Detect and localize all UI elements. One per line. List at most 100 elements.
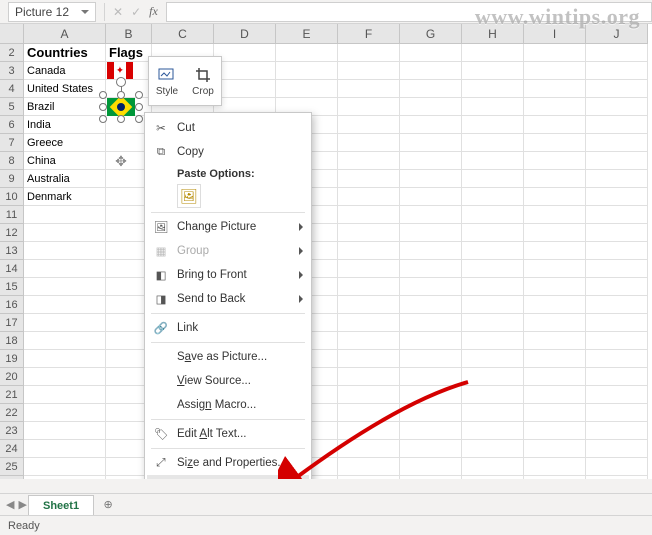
cell[interactable] (462, 296, 524, 314)
select-all-corner[interactable] (0, 24, 24, 44)
cell[interactable] (586, 404, 648, 422)
cell[interactable] (462, 80, 524, 98)
row-header[interactable]: 25 (0, 458, 24, 476)
cell[interactable] (524, 440, 586, 458)
cell[interactable] (524, 458, 586, 476)
col-header[interactable]: F (338, 24, 400, 44)
cell[interactable] (214, 80, 276, 98)
row-header[interactable]: 21 (0, 386, 24, 404)
cell[interactable] (338, 224, 400, 242)
row-header[interactable]: 10 (0, 188, 24, 206)
cell[interactable] (462, 260, 524, 278)
next-sheet-icon[interactable]: ▶ (18, 498, 26, 511)
row-header[interactable]: 14 (0, 260, 24, 278)
cell[interactable] (524, 224, 586, 242)
cell[interactable]: United States (24, 80, 106, 98)
cell[interactable]: Canada (24, 62, 106, 80)
menu-view-source[interactable]: View Source... (147, 369, 309, 393)
cell[interactable] (586, 206, 648, 224)
fx-icon[interactable]: fx (149, 4, 158, 19)
row-header[interactable]: 4 (0, 80, 24, 98)
cell[interactable] (338, 116, 400, 134)
cell[interactable] (524, 80, 586, 98)
cell[interactable] (24, 206, 106, 224)
row-header[interactable]: 22 (0, 404, 24, 422)
row-header[interactable]: 7 (0, 134, 24, 152)
cell[interactable] (524, 476, 586, 479)
cell[interactable] (586, 386, 648, 404)
cell[interactable] (400, 386, 462, 404)
cell[interactable] (338, 278, 400, 296)
cell[interactable] (586, 476, 648, 479)
menu-edit-alt-text[interactable]: 🏷 Edit Alt Text... (147, 422, 309, 446)
cell[interactable] (24, 278, 106, 296)
cell[interactable] (24, 368, 106, 386)
cell[interactable] (524, 278, 586, 296)
cell[interactable] (462, 242, 524, 260)
cell[interactable] (586, 62, 648, 80)
new-sheet-button[interactable]: ⊕ (98, 495, 118, 515)
cell[interactable] (586, 80, 648, 98)
crop-button[interactable]: Crop (185, 57, 221, 105)
cell[interactable] (214, 44, 276, 62)
row-header[interactable]: 5 (0, 98, 24, 116)
cell[interactable] (24, 224, 106, 242)
cell[interactable] (462, 278, 524, 296)
cell[interactable] (400, 404, 462, 422)
cell[interactable] (338, 80, 400, 98)
sheet-tab[interactable]: Sheet1 (28, 495, 94, 515)
cell[interactable] (462, 98, 524, 116)
cell[interactable] (524, 368, 586, 386)
col-header[interactable]: J (586, 24, 648, 44)
col-header[interactable]: E (276, 24, 338, 44)
cell[interactable] (586, 458, 648, 476)
cell[interactable] (24, 422, 106, 440)
cell[interactable] (400, 278, 462, 296)
cell[interactable] (524, 206, 586, 224)
cell[interactable] (462, 422, 524, 440)
cell[interactable] (400, 80, 462, 98)
cell[interactable] (462, 224, 524, 242)
cell[interactable] (462, 206, 524, 224)
cell[interactable]: Australia (24, 170, 106, 188)
cell[interactable] (400, 458, 462, 476)
cell[interactable] (338, 458, 400, 476)
cell[interactable] (586, 422, 648, 440)
cell[interactable] (24, 458, 106, 476)
formula-input[interactable] (166, 2, 652, 22)
cell[interactable] (586, 170, 648, 188)
row-header[interactable]: 19 (0, 350, 24, 368)
cell[interactable] (524, 260, 586, 278)
cell[interactable] (586, 278, 648, 296)
cell[interactable] (586, 152, 648, 170)
cell[interactable] (586, 350, 648, 368)
cell[interactable] (24, 350, 106, 368)
cell[interactable] (400, 422, 462, 440)
cell[interactable] (338, 476, 400, 479)
cell[interactable] (462, 62, 524, 80)
cell[interactable] (338, 170, 400, 188)
cell[interactable] (462, 404, 524, 422)
cell[interactable] (462, 134, 524, 152)
row-header[interactable]: 2 (0, 44, 24, 62)
cell[interactable] (586, 116, 648, 134)
cell[interactable] (24, 296, 106, 314)
name-box[interactable]: Picture 12 (8, 2, 96, 22)
cell[interactable] (524, 62, 586, 80)
cell[interactable] (524, 296, 586, 314)
menu-bring-to-front[interactable]: ◧ Bring to Front (147, 263, 309, 287)
cell[interactable] (400, 44, 462, 62)
cell[interactable] (24, 260, 106, 278)
cell[interactable] (338, 314, 400, 332)
cell[interactable] (586, 314, 648, 332)
cell[interactable] (338, 152, 400, 170)
cell[interactable]: China (24, 152, 106, 170)
cell[interactable] (400, 224, 462, 242)
cell[interactable] (586, 332, 648, 350)
row-header[interactable]: 20 (0, 368, 24, 386)
cell[interactable] (586, 260, 648, 278)
menu-assign-macro[interactable]: Assign Macro... (147, 393, 309, 417)
cell[interactable]: India (24, 116, 106, 134)
menu-send-to-back[interactable]: ◨ Send to Back (147, 287, 309, 311)
cell[interactable] (524, 152, 586, 170)
